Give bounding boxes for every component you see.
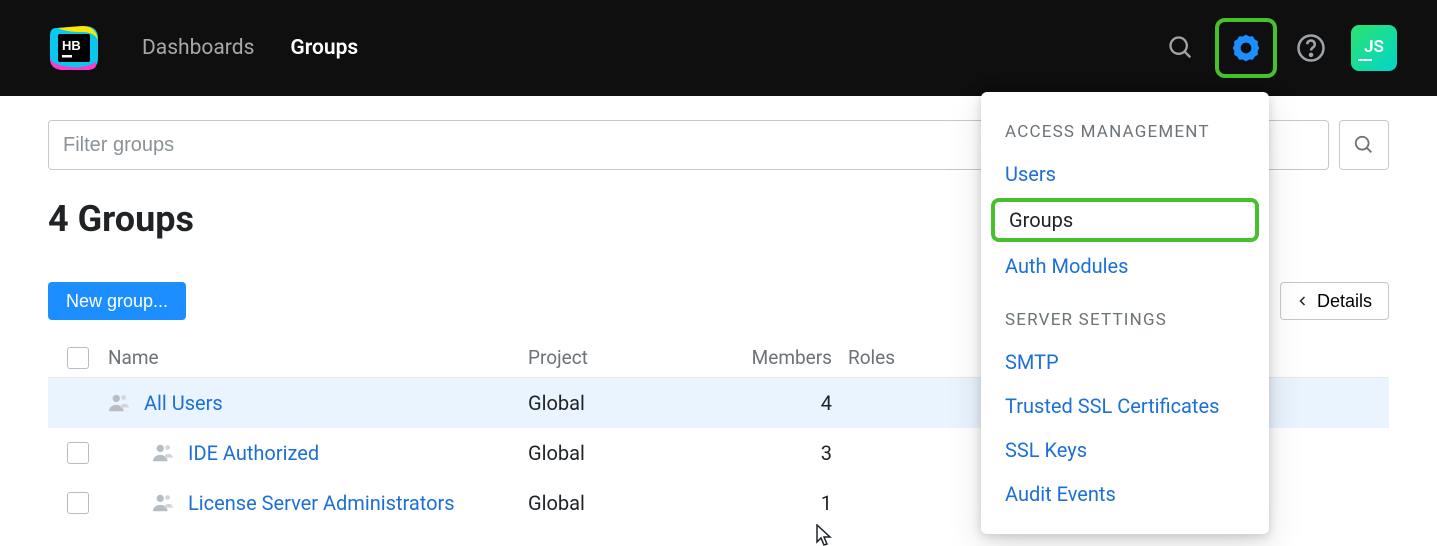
avatar-underline-icon — [1358, 59, 1372, 61]
avatar-initials: JS — [1364, 39, 1384, 56]
app-header: HB Dashboards Groups JS — [0, 0, 1437, 96]
cell-project: Global — [528, 441, 678, 465]
dropdown-ssl-keys[interactable]: SSL Keys — [981, 428, 1269, 472]
col-members[interactable]: Members — [678, 346, 848, 369]
gear-icon[interactable] — [1215, 18, 1277, 78]
select-all-checkbox[interactable] — [67, 347, 89, 369]
search-icon[interactable] — [1161, 28, 1201, 68]
dropdown-groups[interactable]: Groups — [991, 198, 1259, 242]
filter-search-button[interactable] — [1339, 120, 1389, 170]
dropdown-users[interactable]: Users — [981, 152, 1269, 196]
group-link[interactable]: License Server Administrators — [188, 491, 455, 515]
header-actions: JS — [1161, 18, 1397, 78]
dropdown-trusted-ssl[interactable]: Trusted SSL Certificates — [981, 384, 1269, 428]
hub-logo[interactable]: HB — [44, 18, 104, 78]
dropdown-section-access: ACCESS MANAGEMENT — [981, 114, 1269, 152]
cell-members: 1 — [678, 491, 848, 515]
svg-text:HB: HB — [62, 38, 81, 53]
row-checkbox[interactable] — [67, 442, 89, 464]
details-label: Details — [1317, 291, 1372, 312]
dropdown-auth-modules[interactable]: Auth Modules — [981, 244, 1269, 288]
primary-nav: Dashboards Groups — [142, 36, 1161, 60]
details-button[interactable]: Details — [1280, 282, 1389, 320]
dropdown-audit-events[interactable]: Audit Events — [981, 472, 1269, 516]
group-icon — [108, 392, 130, 414]
cell-project: Global — [528, 491, 678, 515]
admin-dropdown: ACCESS MANAGEMENT Users Groups Auth Modu… — [981, 92, 1269, 534]
nav-groups[interactable]: Groups — [290, 36, 358, 60]
cell-members: 3 — [678, 441, 848, 465]
avatar[interactable]: JS — [1351, 25, 1397, 71]
nav-dashboards[interactable]: Dashboards — [142, 36, 254, 60]
chevron-left-icon — [1297, 295, 1309, 307]
col-name[interactable]: Name — [108, 346, 528, 369]
cursor-icon — [816, 524, 834, 546]
help-icon[interactable] — [1291, 28, 1331, 68]
cell-members: 4 — [678, 391, 848, 415]
cell-project: Global — [528, 391, 678, 415]
group-link[interactable]: All Users — [144, 391, 223, 415]
row-checkbox[interactable] — [67, 492, 89, 514]
col-project[interactable]: Project — [528, 346, 678, 369]
dropdown-section-server: SERVER SETTINGS — [981, 302, 1269, 340]
group-icon — [152, 442, 174, 464]
group-link[interactable]: IDE Authorized — [188, 441, 319, 465]
group-icon — [152, 492, 174, 514]
new-group-button[interactable]: New group... — [48, 282, 186, 320]
dropdown-smtp[interactable]: SMTP — [981, 340, 1269, 384]
